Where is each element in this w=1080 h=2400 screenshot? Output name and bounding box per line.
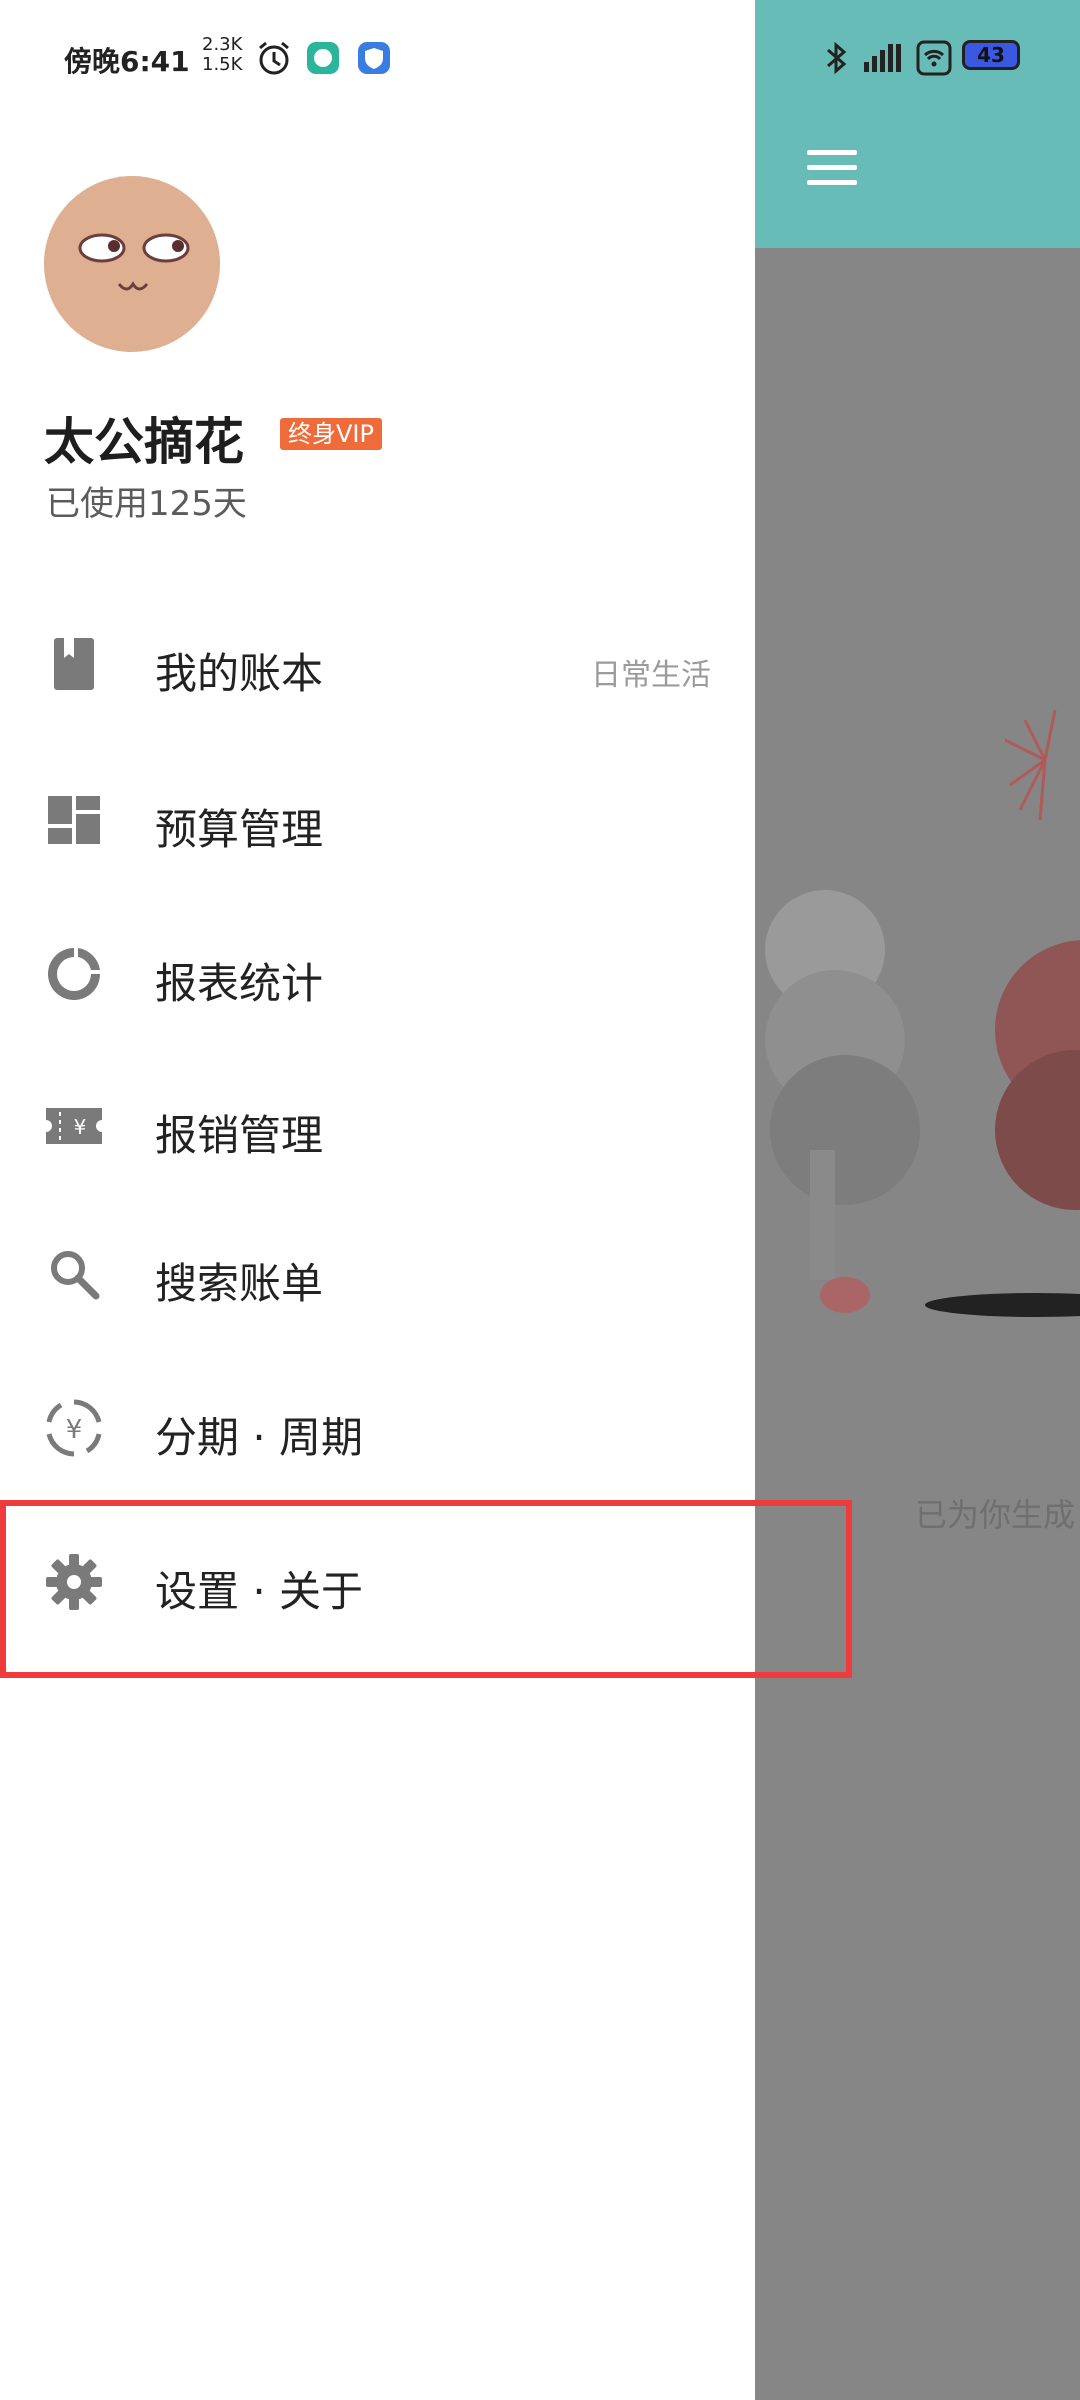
security-shield-icon (358, 42, 390, 74)
menu-item-label: 预算管理 (155, 805, 324, 854)
hamburger-menu-icon[interactable] (807, 150, 857, 186)
menu-item-reimbursement[interactable]: ¥ 报销管理 (0, 1066, 755, 1186)
svg-text:¥: ¥ (74, 1115, 87, 1139)
menu-item-sublabel: 日常生活 (591, 658, 711, 693)
menu-item-installments[interactable]: ¥ 分期 · 周期 (0, 1368, 755, 1488)
network-speed-down: 1.5K (202, 54, 243, 75)
wifi-icon (916, 40, 952, 76)
navigation-drawer: 太公摘花 终身VIP 已使用125天 我的账本 日常生活 预算管理 报表统计 ¥… (0, 0, 852, 2400)
vip-badge: 终身VIP (280, 418, 382, 450)
svg-text:¥: ¥ (66, 1415, 83, 1445)
status-bar: 傍晚6:41 2.3K 1.5K 43 (0, 0, 1080, 110)
illustration-image (765, 709, 1080, 1317)
dashboard-icon (48, 796, 100, 844)
fireworks-icon (1004, 709, 1057, 821)
status-time: 傍晚6:41 (64, 45, 190, 78)
background-caption: 已为你生成 (915, 1496, 1076, 1534)
app-notification-icon (307, 42, 339, 74)
menu-item-search[interactable]: 搜索账单 (0, 1214, 755, 1334)
cycle-yen-icon: ¥ (46, 1399, 102, 1457)
menu-item-label: 分期 · 周期 (155, 1413, 364, 1462)
background-app: 已为你生成 (755, 0, 1080, 2400)
network-speed-up: 2.3K (202, 34, 243, 55)
menu-item-label: 报表统计 (155, 959, 324, 1008)
book-icon (54, 638, 94, 690)
avatar[interactable] (44, 176, 220, 352)
menu-item-reports[interactable]: 报表统计 (0, 914, 755, 1034)
menu-item-label: 搜索账单 (155, 1259, 324, 1308)
usage-days: 已使用125天 (46, 484, 247, 524)
menu-item-budget[interactable]: 预算管理 (0, 760, 755, 880)
highlight-box (0, 1500, 852, 1678)
user-name: 太公摘花 (44, 413, 244, 471)
menu-item-label: 我的账本 (155, 649, 324, 698)
bluetooth-icon (827, 41, 847, 75)
donut-chart-icon (48, 948, 100, 1000)
alarm-icon (259, 41, 289, 75)
menu-item-label: 报销管理 (155, 1111, 324, 1160)
ticket-yen-icon: ¥ (46, 1108, 102, 1144)
search-icon (51, 1251, 100, 1300)
battery-icon: 43 (962, 40, 1020, 70)
menu-item-my-ledger[interactable]: 我的账本 日常生活 (0, 604, 755, 724)
network-speed: 2.3K 1.5K (202, 35, 242, 75)
signal-icon (864, 44, 901, 72)
